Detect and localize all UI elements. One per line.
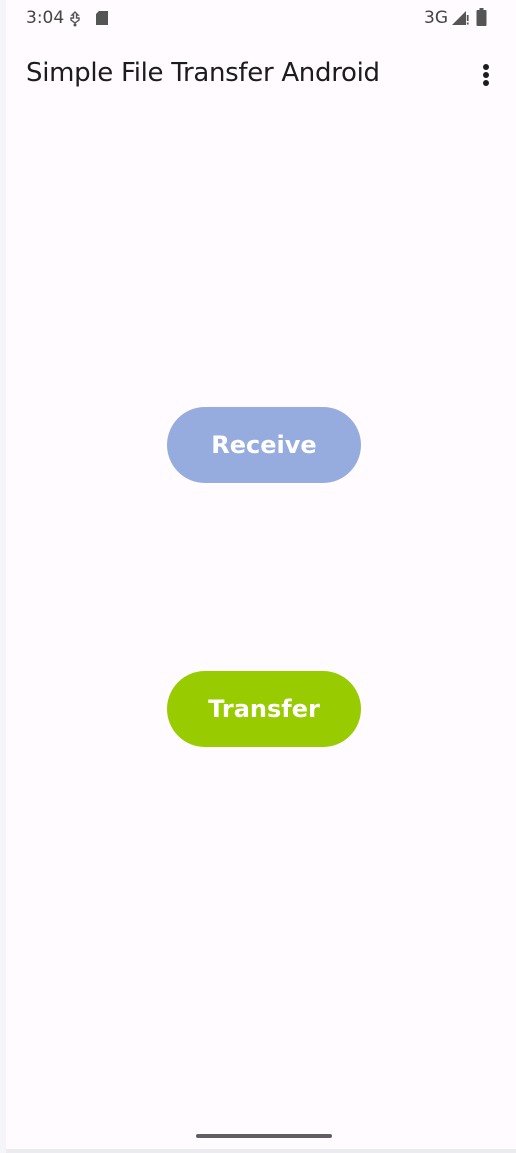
signal-icon — [452, 11, 469, 25]
sd-card-icon — [96, 11, 108, 25]
bottom-edge-divider — [6, 1149, 516, 1153]
more-vert-icon — [483, 64, 489, 70]
status-bar: 3:04 3G — [6, 0, 516, 36]
page-title: Simple File Transfer Android — [26, 58, 380, 88]
battery-icon — [476, 8, 487, 26]
usb-debug-icon — [70, 11, 80, 27]
more-options-button[interactable] — [468, 60, 504, 90]
top-app-bar: Simple File Transfer Android — [6, 40, 516, 108]
more-vert-icon-dot-3 — [483, 80, 489, 86]
transfer-button[interactable]: Transfer — [167, 671, 361, 747]
receive-button[interactable]: Receive — [167, 407, 361, 483]
network-type-label: 3G — [424, 8, 448, 28]
app-screen: 3:04 3G Simple File Transfer Android Rec… — [6, 0, 516, 1153]
more-vert-icon-dot-2 — [483, 72, 489, 78]
gesture-nav-handle[interactable] — [196, 1134, 332, 1138]
status-time: 3:04 — [26, 8, 65, 28]
